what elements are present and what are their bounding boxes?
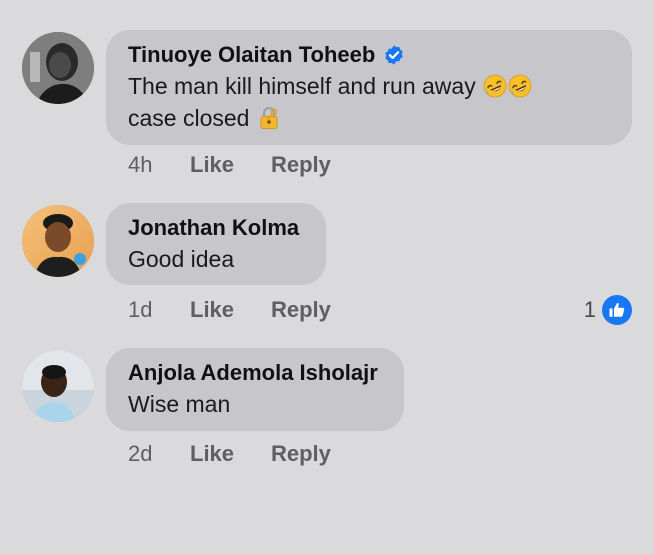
rolling-on-floor-laughing-emoji: [508, 74, 532, 98]
author-name[interactable]: Tinuoye Olaitan Toheeb: [128, 42, 375, 68]
reaction-summary[interactable]: 1: [584, 295, 632, 325]
comment-actions: 2d Like Reply: [128, 441, 331, 467]
avatar-image: [22, 32, 94, 104]
like-button[interactable]: Like: [190, 441, 271, 467]
comment-actions: 4h Like Reply: [128, 152, 331, 178]
comment-item: Tinuoye Olaitan Toheeb The man kill hims…: [22, 30, 642, 180]
comment-text: Wise man: [128, 391, 231, 417]
avatar[interactable]: [22, 205, 94, 277]
author-name[interactable]: Anjola Ademola Isholajr: [128, 360, 378, 386]
like-button[interactable]: Like: [190, 297, 271, 323]
comment-bubble: Tinuoye Olaitan Toheeb The man kill hims…: [106, 30, 632, 145]
comment-text: The man kill himself and run away case c…: [128, 70, 610, 134]
verified-badge-icon: [383, 44, 405, 66]
comment-item: Jonathan Kolma Good idea 1d Like Reply 1: [22, 203, 632, 331]
comment-bubble: Jonathan Kolma Good idea: [106, 203, 326, 285]
avatar[interactable]: [22, 32, 94, 104]
avatar-image: [22, 205, 94, 277]
reply-button[interactable]: Reply: [271, 152, 331, 178]
comment-item: Anjola Ademola Isholajr Wise man 2d Like…: [22, 348, 642, 476]
avatar-image: [22, 350, 94, 422]
comment-text-line2: case closed: [128, 105, 250, 131]
rolling-on-floor-laughing-emoji: [483, 74, 507, 98]
thumbs-up-icon: [602, 295, 632, 325]
comment-text-line1: The man kill himself and run away: [128, 73, 476, 99]
comment-text: Good idea: [128, 246, 235, 272]
comment-timestamp: 1d: [128, 297, 153, 322]
comment-bubble: Anjola Ademola Isholajr Wise man: [106, 348, 404, 431]
locked-with-key-emoji: [257, 106, 281, 130]
reply-button[interactable]: Reply: [271, 297, 331, 323]
comment-timestamp: 4h: [128, 152, 153, 177]
like-button[interactable]: Like: [190, 152, 271, 178]
reply-button[interactable]: Reply: [271, 441, 331, 467]
comment-actions: 1d Like Reply: [128, 297, 331, 323]
author-name[interactable]: Jonathan Kolma: [128, 215, 299, 241]
reaction-count: 1: [583, 297, 596, 322]
comment-timestamp: 2d: [128, 441, 153, 466]
avatar[interactable]: [22, 350, 94, 422]
